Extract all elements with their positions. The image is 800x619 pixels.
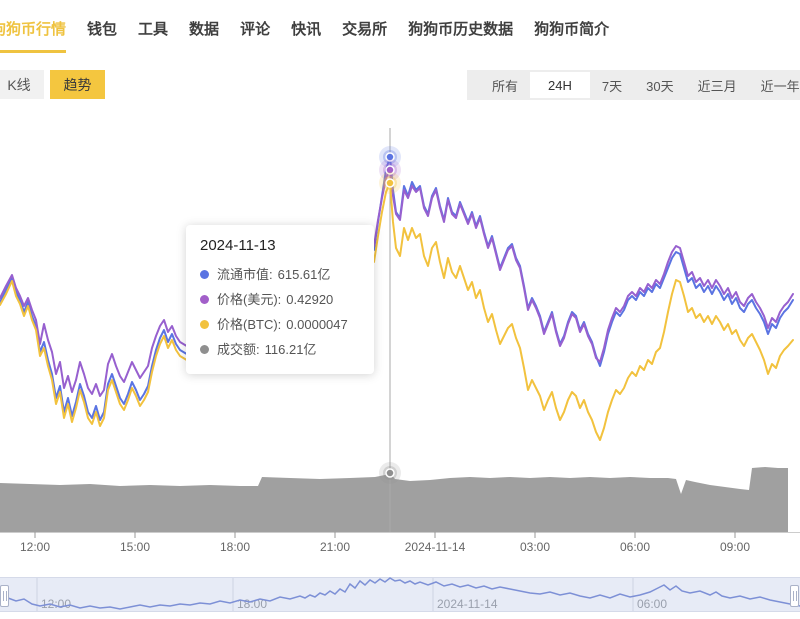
nav-item-data[interactable]: 数据: [189, 18, 219, 39]
datazoom-left-handle[interactable]: [0, 585, 9, 607]
datazoom-navigator[interactable]: [0, 577, 800, 612]
datazoom-right-handle[interactable]: [790, 585, 799, 607]
price-chart-area[interactable]: [0, 120, 800, 560]
tab-trend[interactable]: 趋势: [50, 70, 105, 99]
x-axis-tick-label: 18:00: [220, 540, 250, 554]
range-button-3m[interactable]: 近三月: [686, 72, 749, 98]
chart-toolbar: K线 趋势 所有 24H 7天 30天 近三月 近一年: [0, 70, 800, 100]
tooltip-row-marketcap: 流通市值: 615.61亿: [200, 262, 360, 287]
nav-item-doge-market[interactable]: 狗狗币行情: [0, 18, 66, 39]
x-axis-tick-label: 12:00: [20, 540, 50, 554]
chart-tooltip: 2024-11-13 流通市值: 615.61亿 价格(美元): 0.42920…: [186, 225, 374, 374]
x-axis-tick-label: 2024-11-14: [405, 540, 466, 554]
x-axis-tick-label: 15:00: [120, 540, 150, 554]
usd-price-series-dot-icon: [200, 295, 209, 304]
range-button-all[interactable]: 所有: [480, 72, 530, 98]
navigator-tick-label: 06:00: [637, 597, 667, 611]
x-axis-tick-label: 21:00: [320, 540, 350, 554]
btc-price-series-dot-icon: [200, 320, 209, 329]
tooltip-date: 2024-11-13: [200, 237, 360, 254]
x-axis-tick-label: 09:00: [720, 540, 750, 554]
nav-item-doge-history[interactable]: 狗狗币历史数据: [408, 18, 513, 39]
range-button-7d[interactable]: 7天: [590, 72, 634, 98]
nav-item-wallet[interactable]: 钱包: [87, 18, 117, 39]
tooltip-row-volume: 成交额: 116.21亿: [200, 337, 360, 362]
tab-kline[interactable]: K线: [0, 70, 44, 99]
x-axis-tick-label: 03:00: [520, 540, 550, 554]
dogecoin-market-page: 狗狗币行情 钱包 工具 数据 评论 快讯 交易所 狗狗币历史数据 狗狗币简介 K…: [0, 0, 800, 619]
tooltip-row-price-btc: 价格(BTC): 0.0000047: [200, 312, 360, 337]
time-range-group: 所有 24H 7天 30天 近三月 近一年: [467, 70, 800, 100]
top-nav: 狗狗币行情 钱包 工具 数据 评论 快讯 交易所 狗狗币历史数据 狗狗币简介: [0, 0, 800, 56]
navigator-tick-label: 12:00: [41, 597, 71, 611]
tooltip-row-price-usd: 价格(美元): 0.42920: [200, 287, 360, 312]
nav-item-news[interactable]: 快讯: [291, 18, 321, 39]
nav-item-comments[interactable]: 评论: [240, 18, 270, 39]
x-axis-tick-label: 06:00: [620, 540, 650, 554]
nav-item-tools[interactable]: 工具: [138, 18, 168, 39]
navigator-tick-label: 2024-11-14: [437, 597, 498, 611]
nav-item-doge-intro[interactable]: 狗狗币简介: [534, 18, 609, 39]
volume-series-dot-icon: [200, 345, 209, 354]
marketcap-series-dot-icon: [200, 270, 209, 279]
nav-item-exchanges[interactable]: 交易所: [342, 18, 387, 39]
range-button-30d[interactable]: 30天: [634, 72, 685, 98]
range-button-24h[interactable]: 24H: [530, 72, 590, 98]
navigator-tick-label: 18:00: [237, 597, 267, 611]
range-button-1y[interactable]: 近一年: [749, 72, 800, 98]
